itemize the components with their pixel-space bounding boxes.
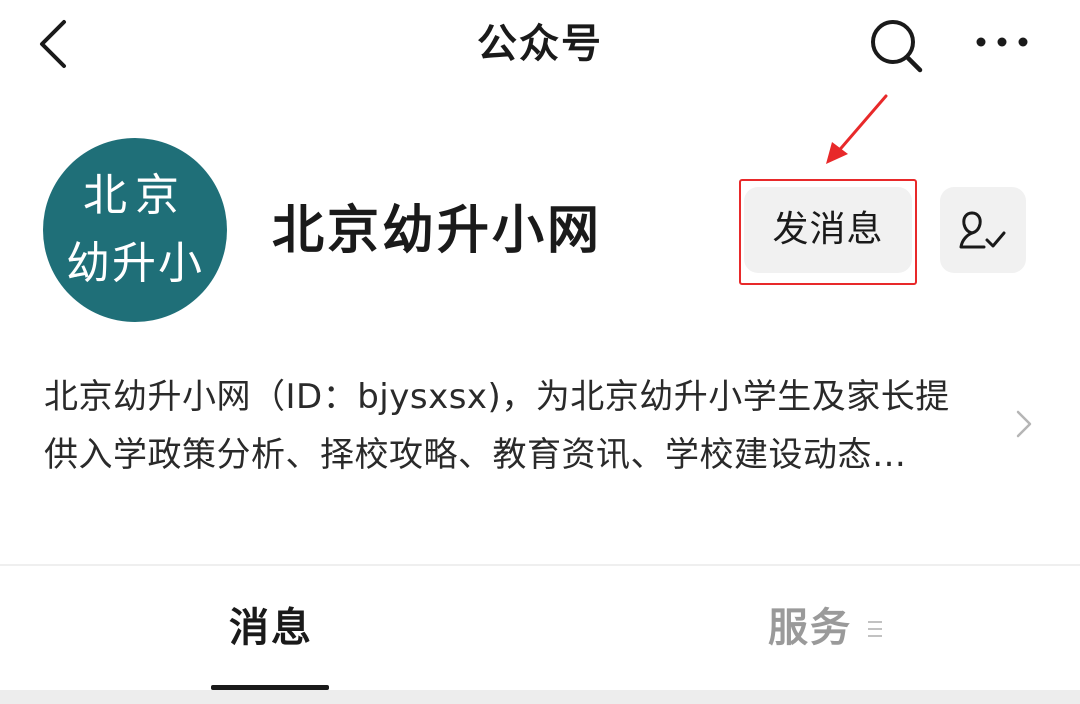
tab-messages[interactable]: 消息	[229, 598, 313, 658]
tab-services[interactable]: 服务	[768, 598, 852, 658]
top-nav-bar: 公众号	[0, 0, 1080, 90]
menu-lines-icon	[868, 621, 882, 637]
description-line-2: 供入学政策分析、择校攻略、教育资讯、学校建设动态…	[44, 435, 907, 475]
user-check-icon	[959, 211, 1006, 249]
chevron-right-icon[interactable]	[1012, 406, 1036, 442]
follow-status-button[interactable]	[940, 187, 1026, 273]
account-avatar[interactable]: 北京 幼升小	[43, 138, 227, 322]
back-button[interactable]	[30, 14, 80, 74]
description-line-1: 北京幼升小网（ID：bjysxsx)，为北京幼升小学生及家长提	[44, 377, 950, 417]
send-message-button[interactable]: 发消息	[744, 187, 912, 273]
search-button[interactable]	[866, 16, 926, 76]
more-dots-icon	[976, 37, 1028, 47]
account-description[interactable]: 北京幼升小网（ID：bjysxsx)，为北京幼升小学生及家长提 供入学政策分析、…	[44, 368, 1004, 484]
avatar-text-line2: 幼升小	[66, 238, 204, 289]
content-area-background	[0, 690, 1080, 704]
section-divider	[0, 564, 1080, 566]
chevron-left-icon	[40, 20, 66, 68]
search-icon	[871, 20, 923, 73]
more-options-button[interactable]	[970, 20, 1034, 64]
account-name: 北京幼升小网	[272, 201, 603, 261]
avatar-text-line1: 北京	[83, 170, 187, 221]
red-arrow-annotation	[826, 94, 888, 164]
